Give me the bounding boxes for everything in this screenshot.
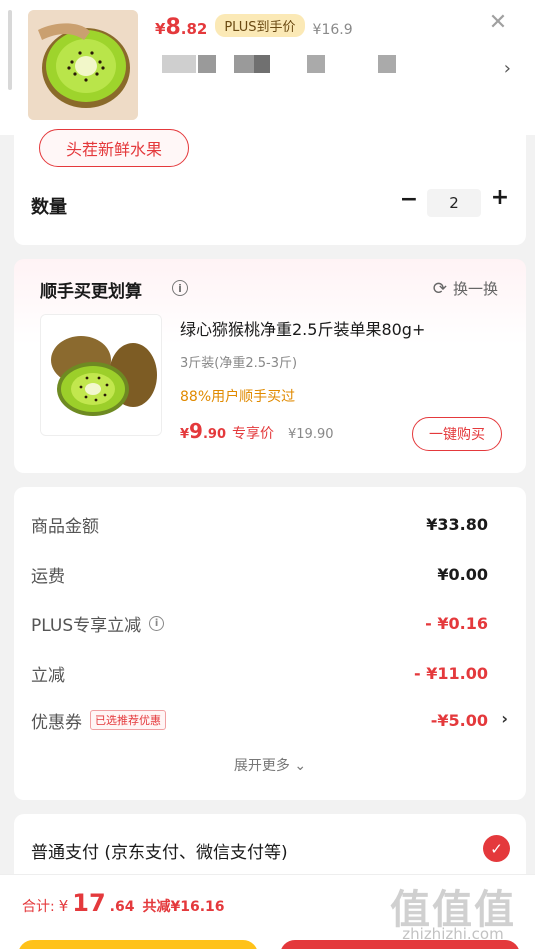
- check-icon[interactable]: ✓: [483, 835, 510, 862]
- chevron-right-icon[interactable]: ›: [504, 58, 511, 79]
- swap-label: 换一换: [452, 280, 498, 298]
- product-header: ¥8.82 PLUS到手价 ¥16.9 ✕ ›: [0, 0, 535, 135]
- checkout-bar: 合计: ¥ 17 .64 共减¥16.16 值值值 zhizhizhi.com: [0, 874, 535, 949]
- addon-bought-rate: 88%用户顺手买过: [180, 389, 296, 405]
- shipping-row: 运费 ¥0.00: [31, 561, 488, 587]
- quantity-minus-button[interactable]: −: [399, 187, 419, 217]
- selected-variant-tag[interactable]: 头茬新鲜水果: [39, 129, 189, 167]
- price-symbol: ¥: [155, 20, 166, 38]
- coupon-value: -¥5.00: [430, 710, 488, 730]
- coupon-label-wrap: 优惠券 已选推荐优惠: [31, 708, 166, 733]
- instant-discount-value: - ¥11.00: [414, 663, 488, 683]
- plus-discount-value: - ¥0.16: [425, 613, 488, 633]
- chevron-right-icon[interactable]: ›: [501, 709, 508, 728]
- options-card: 头茬新鲜水果 数量 − +: [14, 129, 526, 245]
- original-price: ¥16.9: [312, 22, 353, 38]
- watermark-url: zhizhizhi.com: [402, 925, 504, 943]
- addon-product-spec: 3斤装(净重2.5-3斤): [180, 356, 298, 371]
- plus-discount-row: PLUS专享立减 i - ¥0.16: [31, 610, 488, 636]
- quantity-input[interactable]: [427, 189, 481, 217]
- product-thumbnail[interactable]: [28, 10, 138, 120]
- info-icon[interactable]: i: [172, 280, 188, 296]
- quantity-label: 数量: [31, 197, 67, 218]
- coupon-badge: 已选推荐优惠: [90, 710, 166, 730]
- addon-original-price: ¥19.90: [288, 427, 334, 442]
- payment-method-label[interactable]: 普通支付 (京东支付、微信支付等): [31, 838, 288, 863]
- addon-title: 顺手买更划算: [40, 282, 142, 302]
- coupon-label: 优惠券: [31, 712, 82, 733]
- addon-product-name[interactable]: 绿心猕猴桃净重2.5斤装单果80g+: [180, 316, 425, 340]
- shipping-value: ¥0.00: [437, 564, 488, 584]
- plus-price-tag: PLUS到手价: [215, 14, 305, 37]
- total-integer: 17: [72, 889, 106, 917]
- total-decimal: .64: [109, 899, 135, 915]
- kiwi-pile-image: [41, 315, 161, 435]
- blurred-spec-text: [162, 55, 412, 73]
- total-label: 合计:: [22, 899, 55, 915]
- expand-more-label: 展开更多: [233, 758, 290, 774]
- quantity-plus-button[interactable]: +: [488, 185, 512, 215]
- addon-price-integer: 9: [189, 419, 203, 443]
- close-icon[interactable]: ✕: [487, 12, 509, 34]
- one-click-buy-button[interactable]: 一键购买: [412, 417, 502, 451]
- info-icon[interactable]: i: [149, 615, 165, 631]
- header-price-line: ¥8.82 PLUS到手价 ¥16.9: [155, 14, 353, 40]
- instant-discount-label: 立减: [31, 665, 65, 686]
- watermark: 值值值 zhizhizhi.com: [383, 875, 523, 949]
- goods-amount-label: 商品金额: [31, 516, 99, 537]
- plus-discount-label: PLUS专享立减: [31, 615, 142, 636]
- addon-price-line: ¥9.90 专享价 ¥19.90: [180, 419, 334, 443]
- coupon-row[interactable]: 优惠券 已选推荐优惠 -¥5.00: [31, 707, 488, 733]
- refresh-icon: ⟳: [432, 278, 447, 299]
- expand-more-button[interactable]: 展开更多 ⌄: [14, 755, 526, 775]
- kiwi-image: [28, 10, 138, 120]
- addon-price-symbol: ¥: [180, 427, 190, 442]
- scroll-indicator: [8, 10, 12, 90]
- chevron-down-icon: ⌄: [294, 758, 307, 774]
- addon-price: ¥9.90: [180, 419, 226, 443]
- plus-price: ¥8.82: [155, 15, 207, 40]
- price-integer: 8: [165, 15, 181, 40]
- exclusive-price-label: 专享价: [232, 426, 274, 442]
- addon-card: 顺手买更划算 i ⟳ 换一换 绿心猕猴桃净重2.5斤装单果80g+ 3斤装(净重…: [14, 259, 526, 473]
- shipping-label: 运费: [31, 566, 65, 587]
- plus-discount-label-wrap: PLUS专享立减 i: [31, 611, 165, 636]
- addon-product-image[interactable]: [40, 314, 162, 436]
- price-summary-card: 商品金额 ¥33.80 运费 ¥0.00 PLUS专享立减 i - ¥0.16 …: [14, 487, 526, 800]
- total-line: 合计: ¥ 17 .64 共减¥16.16: [22, 889, 225, 917]
- swap-button[interactable]: ⟳ 换一换: [433, 278, 498, 299]
- price-decimal: .82: [180, 20, 208, 38]
- addon-price-decimal: .90: [202, 427, 226, 442]
- instant-discount-row: 立减 - ¥11.00: [31, 660, 488, 686]
- total-saved: 共减¥16.16: [142, 899, 225, 915]
- goods-amount-value: ¥33.80: [426, 514, 488, 534]
- secondary-checkout-button[interactable]: [18, 940, 258, 949]
- goods-amount-row: 商品金额 ¥33.80: [31, 511, 488, 537]
- total-symbol: ¥: [58, 897, 69, 915]
